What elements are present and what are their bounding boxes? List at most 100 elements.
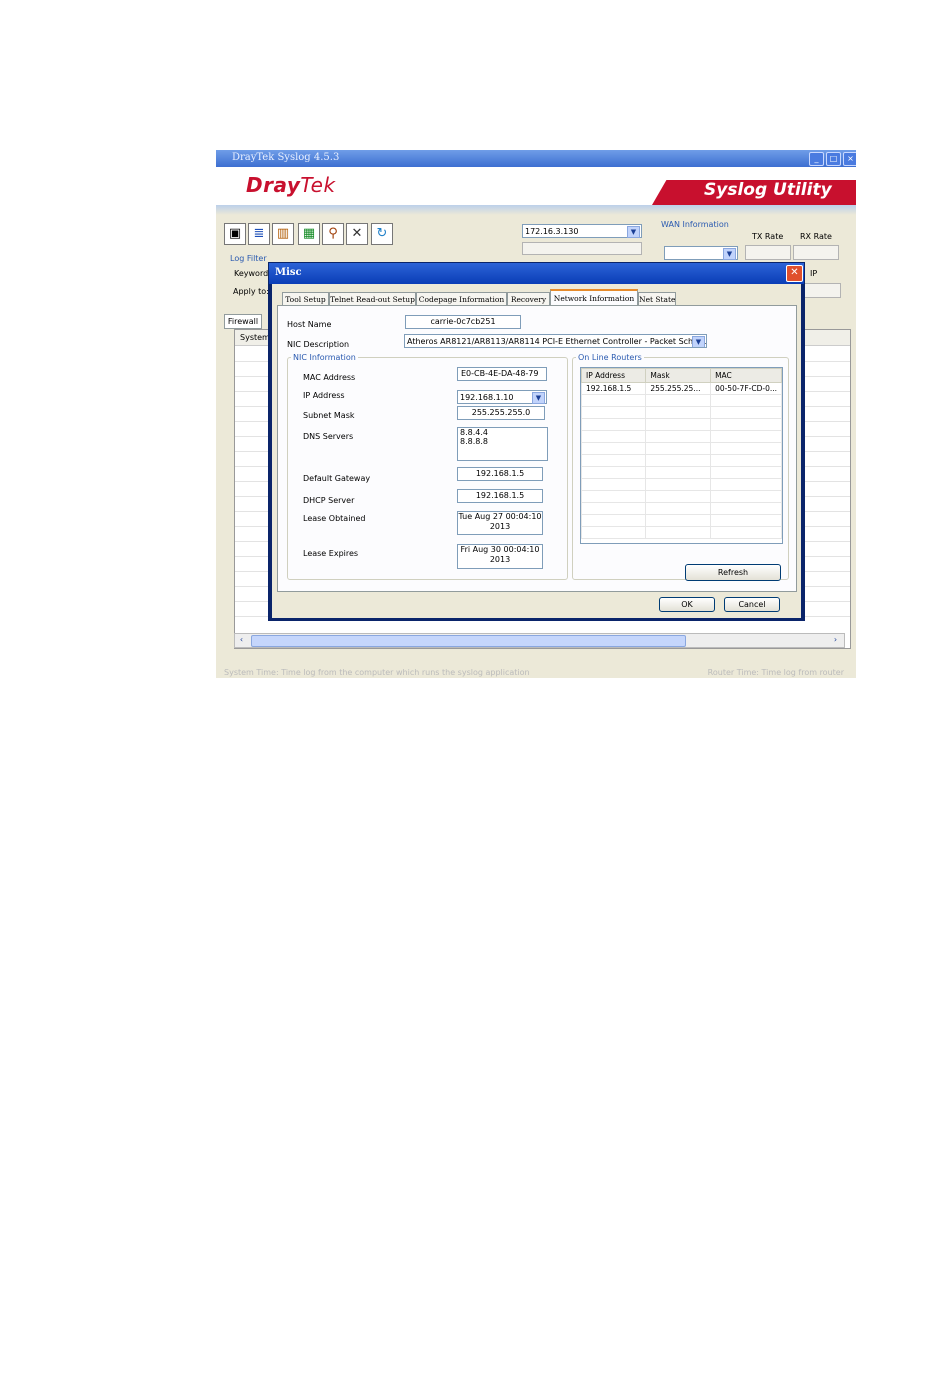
scroll-right-icon[interactable]: › [830,635,841,645]
chevron-down-icon: ▼ [532,392,545,404]
host-name-label: Host Name [287,320,332,329]
routers-header-row: IP Address Mask MAC [581,368,782,383]
table-row [581,502,782,515]
grid-header-system: System [240,333,270,342]
default-gateway-field: 192.168.1.5 [457,467,543,481]
refresh-button[interactable]: Refresh [685,564,781,581]
ip-address-label: IP Address [303,391,345,400]
router-status-field [522,242,642,255]
banner-divider [216,205,856,215]
table-row [581,466,782,479]
ip-address-select[interactable]: 192.168.1.10 ▼ [457,390,547,404]
network-info-panel: Host Name carrie-0c7cb251 NIC Descriptio… [277,305,797,592]
nic-description-label: NIC Description [287,340,350,349]
chevron-down-icon: ▼ [627,226,640,238]
lease-obtained-date: Tue Aug 27 00:04:10 [458,512,542,521]
ok-button[interactable]: OK [659,597,715,612]
search-icon[interactable]: ⚲ [322,223,344,245]
misc-dialog: Misc ✕ Tool Setup Telnet Read-out Setup … [268,262,805,621]
col-mask[interactable]: Mask [645,368,712,383]
horizontal-scrollbar[interactable]: ‹ › [234,633,845,648]
subnet-mask-field: 255.255.255.0 [457,406,545,420]
brand-banner: DrayTek Syslog Utility [216,167,856,205]
dns-server-1: 8.8.4.4 [460,428,488,437]
cancel-button[interactable]: Cancel [724,597,780,612]
scroll-thumb[interactable] [251,635,686,647]
tab-codepage[interactable]: Codepage Information [416,292,507,306]
dialog-body: Tool Setup Telnet Read-out Setup Codepag… [272,284,801,618]
dialog-title: Misc [275,267,302,278]
lease-expires-field: Fri Aug 30 00:04:10 2013 [457,544,543,569]
app-title: DrayTek Syslog 4.5.3 [232,152,340,163]
keyword-label: Keyword [234,269,269,278]
tx-rate-label: TX Rate [752,232,784,241]
nic-description-select[interactable]: Atheros AR8121/AR8113/AR8114 PCI-E Ether… [404,334,707,348]
mac-address-label: MAC Address [303,373,356,382]
tab-recovery[interactable]: Recovery [507,292,550,306]
chevron-down-icon: ▼ [723,248,736,260]
chevron-down-icon: ▼ [692,336,705,347]
maximize-icon[interactable]: □ [826,152,841,166]
dhcp-server-field: 192.168.1.5 [457,489,543,503]
tab-net-state[interactable]: Net State [638,292,676,306]
nic-information-legend: NIC Information [293,353,356,362]
dialog-titlebar: Misc ✕ [269,263,804,284]
tx-rate-field [745,245,791,260]
table-row [581,490,782,503]
ip-field [804,283,841,298]
table-row [581,442,782,455]
save-icon[interactable]: ▣ [224,223,246,245]
dns-servers-field[interactable]: 8.8.4.4 8.8.8.8 [457,427,548,461]
tab-tool-setup[interactable]: Tool Setup [282,292,329,306]
refresh-icon[interactable]: ↻ [371,223,393,245]
grid-icon[interactable]: ▦ [298,223,320,245]
draytek-logo: DrayTek [246,173,336,197]
table-row [581,406,782,419]
rx-rate-label: RX Rate [800,232,832,241]
scroll-left-icon[interactable]: ‹ [236,635,247,645]
table-row [581,394,782,407]
router-ip-select[interactable]: 172.16.3.130 ▼ [522,224,642,238]
trash-icon[interactable]: ▥ [272,223,294,245]
dhcp-server-label: DHCP Server [303,496,355,505]
tools-icon[interactable]: ✕ [346,223,368,245]
table-row [581,454,782,467]
online-routers-legend: On Line Routers [578,353,642,362]
host-name-field[interactable]: carrie-0c7cb251 [405,315,521,329]
dns-servers-label: DNS Servers [303,432,354,441]
mac-address-field: E0-CB-4E-DA-48-79 [457,367,547,381]
apply-label: Apply to: [233,287,269,296]
router-ip: 192.168.1.5 [581,382,647,395]
wan-select[interactable]: ▼ [664,246,738,260]
dns-server-2: 8.8.8.8 [460,437,488,446]
col-mac[interactable]: MAC [710,368,782,383]
minimize-icon[interactable]: _ [809,152,824,166]
table-row [581,514,782,527]
default-gateway-label: Default Gateway [303,474,371,483]
router-mask: 255.255.25... [645,382,712,395]
col-ip-address[interactable]: IP Address [581,368,647,383]
lease-expires-year: 2013 [489,555,511,564]
subnet-mask-label: Subnet Mask [303,411,355,420]
lease-obtained-year: 2013 [489,522,511,531]
wan-info-label: WAN Information [661,220,729,229]
status-right: Router Time: Time log from router [707,668,844,677]
tab-telnet-readout[interactable]: Telnet Read-out Setup [329,292,416,306]
ip-label: IP [810,269,818,278]
rx-rate-field [793,245,839,260]
status-left: System Time: Time log from the computer … [224,668,530,677]
utility-title: Syslog Utility [704,180,832,200]
lease-obtained-label: Lease Obtained [303,514,366,523]
table-row[interactable]: 192.168.1.5 255.255.25... 00-50-7F-CD-0.… [581,382,782,395]
table-row [581,430,782,443]
table-row [581,418,782,431]
status-bar: System Time: Time log from the computer … [224,668,844,677]
lease-expires-label: Lease Expires [303,549,359,558]
log-filter-label: Log Filter [230,254,267,263]
routers-list[interactable]: IP Address Mask MAC 192.168.1.5 255.255.… [580,367,783,544]
close-icon[interactable]: × [843,152,856,166]
list-icon[interactable]: ≣ [248,223,270,245]
lease-obtained-field: Tue Aug 27 00:04:10 2013 [457,511,543,535]
close-icon[interactable]: ✕ [786,265,803,282]
tab-firewall[interactable]: Firewall [224,314,262,329]
